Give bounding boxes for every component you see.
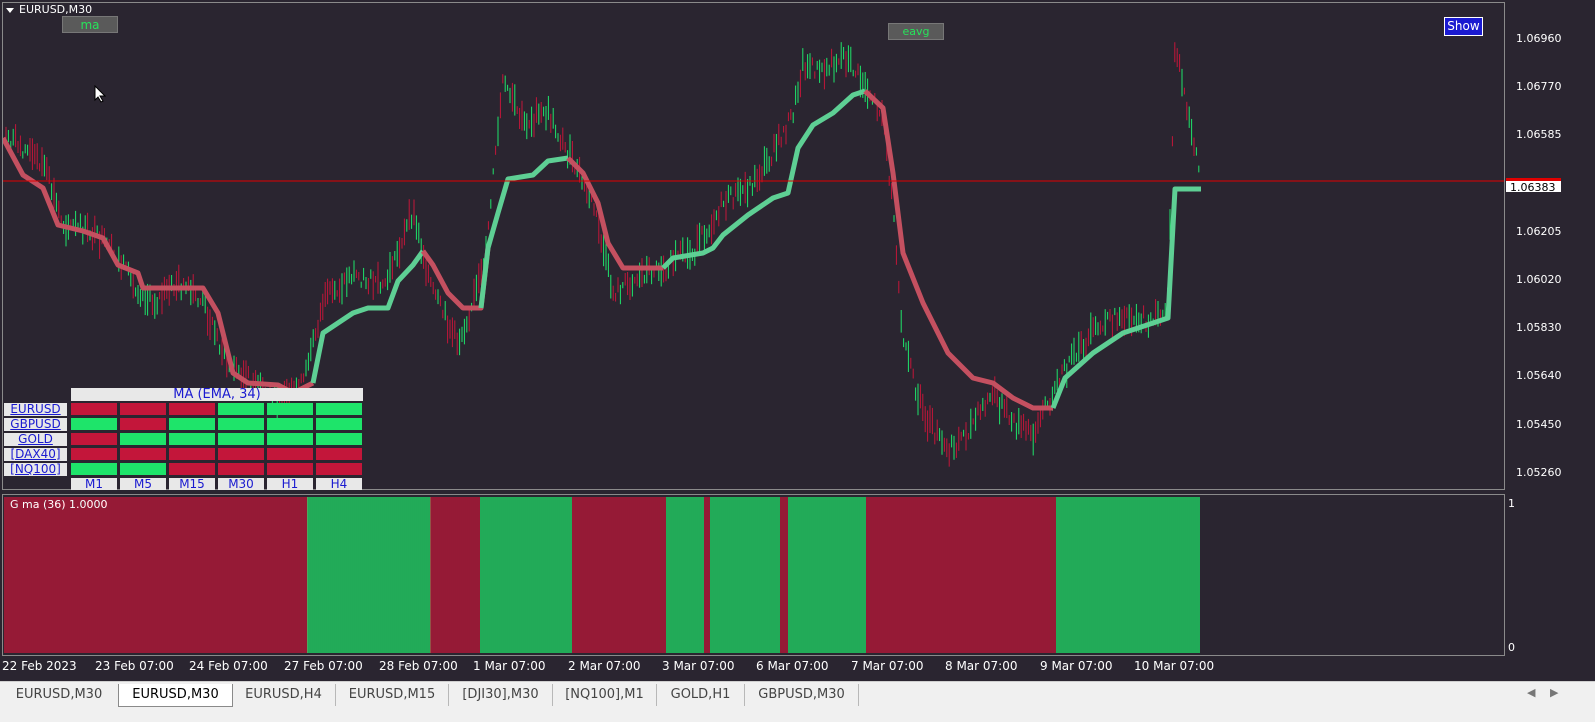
chart-symbol-title: EURUSD,M30 bbox=[6, 3, 92, 16]
grid-cell-red bbox=[218, 448, 264, 460]
grid-cell-red bbox=[71, 448, 117, 460]
grid-column-timeframe: H4 bbox=[316, 478, 362, 490]
grid-row-symbol[interactable]: [DAX40] bbox=[4, 448, 67, 461]
moving-average-line bbox=[420, 247, 491, 311]
price-label: 1.06585 bbox=[1516, 128, 1562, 141]
price-label: 1.05260 bbox=[1516, 466, 1562, 479]
grid-cell-green bbox=[267, 418, 313, 430]
ma-button[interactable]: ma bbox=[62, 16, 118, 33]
scroll-right-icon[interactable]: ▶ bbox=[1550, 686, 1558, 699]
chart-tab[interactable]: EURUSD,M15 bbox=[336, 684, 449, 706]
price-label: 1.06960 bbox=[1516, 32, 1562, 45]
grid-cell-green bbox=[316, 433, 362, 445]
grid-row-symbol[interactable]: GOLD bbox=[4, 433, 67, 446]
current-price-badge: 1.06383 bbox=[1506, 178, 1561, 194]
grid-cell-green bbox=[316, 418, 362, 430]
grid-column-timeframe: M1 bbox=[71, 478, 117, 490]
indicator-pane[interactable] bbox=[2, 494, 1505, 656]
time-label: 28 Feb 07:00 bbox=[379, 659, 458, 673]
show-button[interactable]: Show bbox=[1444, 17, 1483, 36]
grid-cell-red bbox=[120, 403, 166, 415]
grid-cell-green bbox=[120, 463, 166, 475]
time-label: 9 Mar 07:00 bbox=[1040, 659, 1113, 673]
grid-cell-green bbox=[71, 418, 117, 430]
grid-cell-red bbox=[169, 463, 215, 475]
grid-cell-green bbox=[71, 463, 117, 475]
price-label: 1.05450 bbox=[1516, 418, 1562, 431]
chart-tab-active[interactable]: EURUSD,M30 bbox=[118, 684, 233, 707]
grid-cell-green bbox=[267, 403, 313, 415]
time-label: 10 Mar 07:00 bbox=[1134, 659, 1215, 673]
moving-average-line bbox=[1050, 186, 1201, 409]
time-label: 1 Mar 07:00 bbox=[473, 659, 546, 673]
chart-tab[interactable]: [NQ100],M1 bbox=[553, 684, 657, 706]
price-label: 1.05640 bbox=[1516, 369, 1562, 382]
moving-average-line bbox=[661, 88, 866, 270]
collapse-triangle-icon[interactable] bbox=[6, 7, 14, 13]
moving-average-line bbox=[310, 249, 426, 384]
ma-grid-title: MA (EMA, 34) bbox=[71, 388, 363, 401]
grid-cell-green bbox=[169, 418, 215, 430]
moving-average-line bbox=[566, 156, 663, 271]
grid-cell-red bbox=[267, 463, 313, 475]
price-label: 1.06020 bbox=[1516, 273, 1562, 286]
time-label: 2 Mar 07:00 bbox=[568, 659, 641, 673]
grid-cell-red bbox=[169, 403, 215, 415]
grid-cell-red bbox=[71, 403, 117, 415]
time-label: 7 Mar 07:00 bbox=[851, 659, 924, 673]
price-chart-canvas[interactable] bbox=[3, 3, 1504, 489]
chart-window[interactable]: EURUSD,M30 ma eavg Show 1.06960 1.06770 … bbox=[0, 0, 1595, 690]
grid-cell-red bbox=[218, 463, 264, 475]
grid-cell-red bbox=[71, 433, 117, 445]
price-label: 1.06205 bbox=[1516, 225, 1562, 238]
grid-cell-red bbox=[169, 448, 215, 460]
chart-tab[interactable]: GOLD,H1 bbox=[657, 684, 745, 706]
time-label: 24 Feb 07:00 bbox=[189, 659, 268, 673]
grid-cell-green bbox=[169, 433, 215, 445]
eavg-button[interactable]: eavg bbox=[888, 23, 944, 40]
mouse-pointer-icon bbox=[94, 84, 107, 107]
grid-cell-red bbox=[120, 418, 166, 430]
indicator-title: G ma (36) 1.0000 bbox=[10, 498, 108, 511]
time-label: 22 Feb 2023 bbox=[2, 659, 77, 673]
time-label: 6 Mar 07:00 bbox=[756, 659, 829, 673]
grid-cell-green bbox=[316, 403, 362, 415]
grid-column-timeframe: M15 bbox=[169, 478, 215, 490]
grid-column-timeframe: H1 bbox=[267, 478, 313, 490]
time-label: 8 Mar 07:00 bbox=[945, 659, 1018, 673]
chart-tab[interactable]: EURUSD,H4 bbox=[232, 684, 336, 706]
price-chart-pane[interactable] bbox=[2, 2, 1505, 490]
chart-tab-bar: EURUSD,M30 EURUSD,M30 EURUSD,H4 EURUSD,M… bbox=[0, 681, 1595, 722]
indicator-histogram bbox=[4, 497, 1200, 653]
price-label: 1.06770 bbox=[1516, 80, 1562, 93]
grid-cell-green bbox=[267, 433, 313, 445]
indicator-scale-max: 1 bbox=[1508, 497, 1515, 510]
price-label: 1.05830 bbox=[1516, 321, 1562, 334]
grid-cell-red bbox=[316, 463, 362, 475]
grid-row-symbol[interactable]: [NQ100] bbox=[4, 463, 67, 476]
time-label: 3 Mar 07:00 bbox=[662, 659, 735, 673]
grid-cell-red bbox=[316, 448, 362, 460]
grid-row-symbol[interactable]: EURUSD bbox=[4, 403, 67, 416]
moving-average-line bbox=[863, 89, 1053, 411]
grid-cell-red bbox=[120, 448, 166, 460]
indicator-scale-min: 0 bbox=[1508, 641, 1515, 654]
grid-cell-red bbox=[267, 448, 313, 460]
grid-cell-green bbox=[218, 418, 264, 430]
time-label: 23 Feb 07:00 bbox=[95, 659, 174, 673]
chart-tab[interactable]: GBPUSD,M30 bbox=[745, 684, 859, 706]
grid-column-timeframe: M30 bbox=[218, 478, 264, 490]
grid-cell-green bbox=[120, 433, 166, 445]
grid-row-symbol[interactable]: GBPUSD bbox=[4, 418, 67, 431]
scroll-left-icon[interactable]: ◀ bbox=[1527, 686, 1535, 699]
chart-tab[interactable]: EURUSD,M30 bbox=[0, 684, 119, 706]
grid-column-timeframe: M5 bbox=[120, 478, 166, 490]
grid-cell-green bbox=[218, 433, 264, 445]
chart-tab[interactable]: [DJI30],M30 bbox=[449, 684, 553, 706]
time-label: 27 Feb 07:00 bbox=[284, 659, 363, 673]
grid-cell-green bbox=[218, 403, 264, 415]
